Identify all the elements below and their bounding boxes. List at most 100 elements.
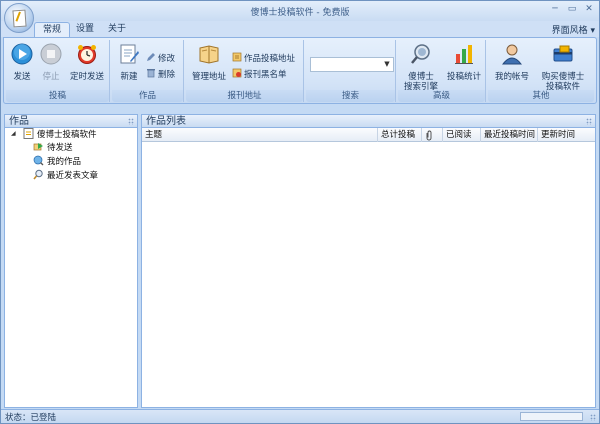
blacklist-icon xyxy=(232,68,242,78)
group-label-other: 其他 xyxy=(488,90,594,102)
ribbon-group-submit: 发送 停止 定时发送 投稿 xyxy=(6,40,110,102)
column-attachment[interactable] xyxy=(422,128,443,142)
group-label-submit: 投稿 xyxy=(6,90,109,102)
grid-header: 主题 总计投稿 已阅读 最近投稿时间 更新时间 xyxy=(142,128,595,142)
group-label-works: 作品 xyxy=(112,90,183,102)
magnifier-globe-icon xyxy=(411,44,430,64)
manage-address-button[interactable]: 管理地址 xyxy=(190,43,228,82)
bar-chart-icon xyxy=(455,45,473,64)
account-label: 我的帐号 xyxy=(494,72,529,82)
manage-address-label: 管理地址 xyxy=(191,72,226,82)
timed-send-button[interactable]: 定时发送 xyxy=(68,43,106,82)
works-pane-title: 作品 xyxy=(9,116,29,127)
ribbon-group-works: 新建 修改 删除 作品 xyxy=(112,40,184,102)
status-text: 状态：已登陆 xyxy=(5,413,57,423)
new-document-icon xyxy=(120,44,139,64)
tree-item-recent[interactable]: 最近发表文章 xyxy=(33,169,98,183)
delete-label: 删除 xyxy=(158,70,176,80)
tree-root[interactable]: 傻博士投稿软件 xyxy=(23,128,97,142)
works-list-header: 作品列表 xyxy=(141,114,596,128)
minimize-button[interactable]: ─ xyxy=(548,3,562,16)
edit-label: 修改 xyxy=(158,54,176,64)
edit-button[interactable]: 修改 xyxy=(146,52,175,64)
works-list-title: 作品列表 xyxy=(146,116,186,127)
grip-icon[interactable] xyxy=(586,118,592,125)
address-list-icon xyxy=(232,52,242,62)
column-last-submitted[interactable]: 最近投稿时间 xyxy=(481,128,538,142)
new-button[interactable]: 新建 xyxy=(116,43,142,82)
ribbon-group-other: 我的帐号 购买傻博士 投稿软件 其他 xyxy=(488,40,594,102)
notepad-icon xyxy=(23,128,34,139)
ribbon-tab-bar: 常规 设置 关于 界面风格 ▾ xyxy=(1,21,599,37)
buy-label-1: 购买傻博士 xyxy=(541,72,585,82)
search-engine-button[interactable]: 傻博士 搜索引擎 xyxy=(400,43,442,92)
group-label-press: 报刊地址 xyxy=(186,90,303,102)
works-list-grid: 主题 总计投稿 已阅读 最近投稿时间 更新时间 xyxy=(141,128,596,408)
paperclip-icon xyxy=(426,130,432,141)
stop-button[interactable]: 停止 xyxy=(38,43,64,82)
resize-grip-icon[interactable] xyxy=(590,414,596,421)
group-label-advanced: 高级 xyxy=(398,90,485,102)
works-pane-header: 作品 xyxy=(4,114,138,128)
tab-about[interactable]: 关于 xyxy=(100,22,134,37)
search-icon xyxy=(33,169,43,180)
submit-address-label: 作品投稿地址 xyxy=(244,54,296,64)
blacklist-label: 报刊黑名单 xyxy=(244,70,287,80)
buy-button[interactable]: 购买傻博士 投稿软件 xyxy=(536,43,590,92)
ribbon-group-press: 管理地址 作品投稿地址 报刊黑名单 报刊地址 xyxy=(186,40,304,102)
column-read[interactable]: 已阅读 xyxy=(443,128,481,142)
send-arrow-icon xyxy=(33,143,43,151)
tree-item-pending[interactable]: 待发送 xyxy=(33,141,73,155)
tree-item-my-works[interactable]: 我的作品 xyxy=(33,155,81,169)
delete-button[interactable]: 删除 xyxy=(146,68,175,80)
tree-item-recent-label: 最近发表文章 xyxy=(47,171,99,181)
credit-card-icon xyxy=(553,45,573,62)
account-button[interactable]: 我的帐号 xyxy=(490,43,534,82)
new-label: 新建 xyxy=(120,72,138,82)
play-icon xyxy=(11,43,33,65)
timed-send-label: 定时发送 xyxy=(69,72,104,82)
tree-item-my-works-label: 我的作品 xyxy=(47,157,82,167)
close-button[interactable]: ✕ xyxy=(582,3,596,16)
trash-icon xyxy=(147,69,155,78)
grip-icon[interactable] xyxy=(128,118,134,125)
send-button[interactable]: 发送 xyxy=(9,43,35,82)
ribbon: 发送 停止 定时发送 投稿 新建 修改 删除 作品 管理地址 作品投稿地址 报刊… xyxy=(3,37,597,104)
search-combo[interactable]: ▼ xyxy=(310,57,394,72)
chevron-down-icon: ▾ xyxy=(590,26,595,36)
stop-icon xyxy=(40,43,62,65)
window-title: 傻博士投稿软件 - 免费版 xyxy=(250,8,350,18)
blacklist-button[interactable]: 报刊黑名单 xyxy=(232,68,287,80)
submit-address-button[interactable]: 作品投稿地址 xyxy=(232,52,295,64)
column-updated[interactable]: 更新时间 xyxy=(538,128,595,142)
stats-button[interactable]: 投稿统计 xyxy=(444,43,484,82)
group-label-search: 搜索 xyxy=(306,90,395,102)
tab-settings[interactable]: 设置 xyxy=(68,22,102,37)
ui-style-label: 界面风格 xyxy=(551,26,588,36)
alarm-clock-icon xyxy=(78,45,96,64)
app-menu-button[interactable] xyxy=(4,3,34,33)
column-total-submissions[interactable]: 总计投稿 xyxy=(378,128,422,142)
title-bar: 傻博士投稿软件 - 免费版 ─ ▭ ✕ xyxy=(1,1,599,21)
tab-general[interactable]: 常规 xyxy=(34,22,71,37)
stop-label: 停止 xyxy=(42,72,60,82)
tree-item-pending-label: 待发送 xyxy=(47,143,73,153)
main-window: 傻博士投稿软件 - 免费版 ─ ▭ ✕ 常规 设置 关于 界面风格 ▾ 发送 停… xyxy=(0,0,600,424)
works-tree: ◢ 傻博士投稿软件 待发送 我的作品 最近发表文章 xyxy=(4,128,138,408)
collapse-icon[interactable]: ◢ xyxy=(11,130,16,137)
pencil-icon xyxy=(147,53,155,61)
status-progress-bar xyxy=(520,412,583,421)
tree-root-label: 傻博士投稿软件 xyxy=(37,130,97,140)
globe-search-icon xyxy=(33,155,44,166)
status-bar: 状态：已登陆 xyxy=(1,409,599,423)
ui-style-menu[interactable]: 界面风格 ▾ xyxy=(552,23,595,36)
ribbon-group-advanced: 傻博士 搜索引擎 投稿统计 高级 xyxy=(398,40,486,102)
notepad-pen-icon xyxy=(12,9,27,28)
chevron-down-icon[interactable]: ▼ xyxy=(381,58,393,71)
search-engine-label-1: 傻博士 xyxy=(408,72,434,82)
restore-button[interactable]: ▭ xyxy=(565,3,579,16)
stats-label: 投稿统计 xyxy=(446,72,481,82)
column-subject[interactable]: 主题 xyxy=(142,128,378,142)
address-book-icon xyxy=(199,45,219,64)
user-icon xyxy=(501,44,523,65)
